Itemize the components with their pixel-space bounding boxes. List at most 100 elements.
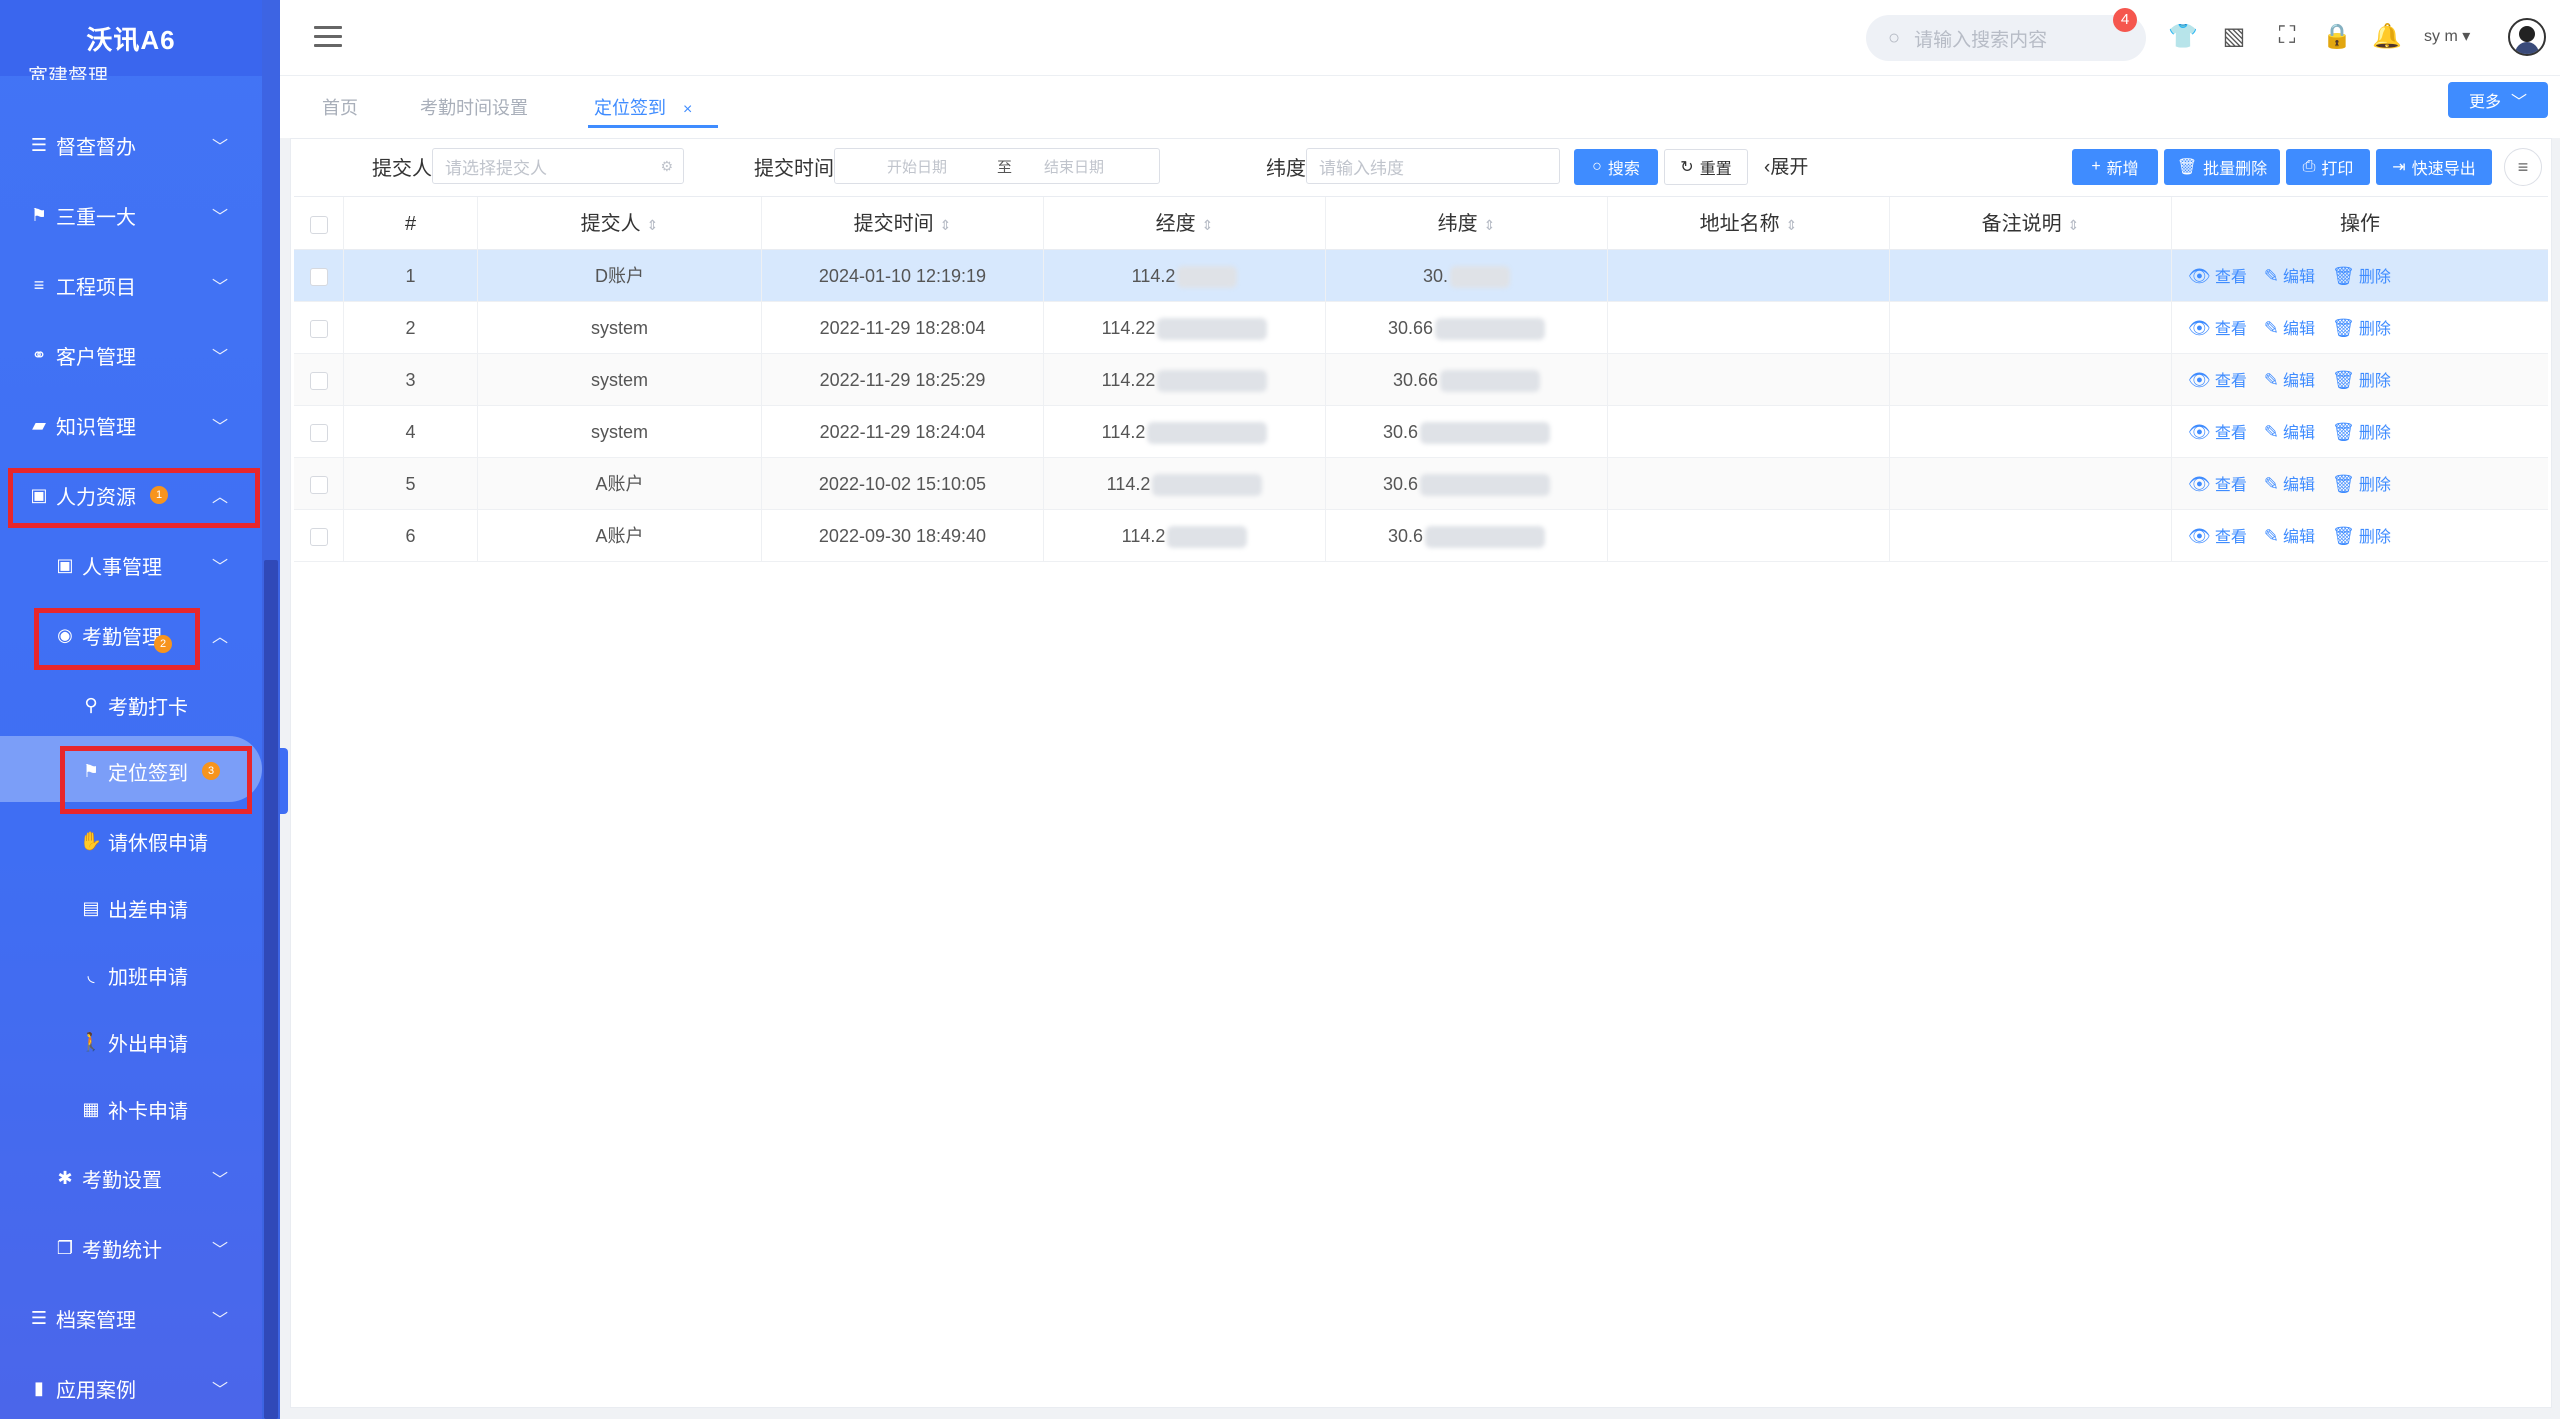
sidebar-item-personnel[interactable]: ▣ 人事管理 ﹀: [0, 530, 262, 600]
notification-badge: 4: [2113, 8, 2137, 32]
sort-icon[interactable]: ⇕: [2068, 217, 2080, 233]
sidebar-item-outing[interactable]: 🚶 外出申请: [0, 1007, 262, 1077]
table-row[interactable]: 1 D账户 2024-01-10 12:19:19 114.2 30. 👁 查看 …: [294, 250, 2548, 302]
batch-delete-button[interactable]: 🗑 批量删除: [2164, 149, 2280, 185]
sort-icon[interactable]: ⇕: [647, 217, 659, 233]
expand-toggle[interactable]: ‹展开: [1764, 152, 1808, 179]
row-checkbox[interactable]: [309, 476, 328, 495]
cell-time: 2022-11-29 18:28:04: [762, 302, 1044, 354]
date-range-picker[interactable]: 开始日期 至 结束日期: [834, 148, 1160, 184]
shirt-icon[interactable]: 👕: [2168, 22, 2198, 52]
row-checkbox[interactable]: [309, 268, 328, 287]
view-link[interactable]: 👁 查看: [2188, 266, 2247, 286]
tab-home[interactable]: 首页: [322, 94, 358, 120]
book-icon: ▰: [32, 414, 46, 435]
edit-link[interactable]: ✎ 编辑: [2264, 266, 2315, 286]
more-button[interactable]: 更多 ﹀: [2448, 82, 2548, 118]
delete-link[interactable]: 🗑 删除: [2332, 370, 2391, 390]
cell-address: [1608, 302, 1890, 354]
export-button[interactable]: ⇥ 快速导出: [2376, 149, 2492, 185]
cell-index: 3: [344, 354, 478, 406]
delete-link[interactable]: 🗑 删除: [2332, 422, 2391, 442]
column-header-latitude[interactable]: 纬度 ⇕: [1326, 197, 1608, 251]
sidebar-item-leave[interactable]: ✋ 请休假申请: [0, 806, 262, 876]
sidebar-item-archives[interactable]: ☰ 档案管理 ﹀: [0, 1283, 262, 1353]
table-row[interactable]: 6 A账户 2022-09-30 18:49:40 114.2 30.6 👁 查看…: [294, 510, 2548, 562]
active-tab-underline: [588, 125, 718, 128]
edit-link[interactable]: ✎ 编辑: [2264, 526, 2315, 546]
lock-icon[interactable]: 🔒: [2322, 22, 2352, 52]
sidebar-item-cases[interactable]: ▮ 应用案例 ﹀: [0, 1353, 262, 1419]
avatar[interactable]: [2508, 18, 2546, 56]
view-link[interactable]: 👁 查看: [2188, 370, 2247, 390]
cell-remarks: [1890, 250, 2172, 302]
sidebar-item-makeup[interactable]: ▦ 补卡申请: [0, 1074, 262, 1144]
reset-button[interactable]: ↻ 重置: [1664, 149, 1748, 185]
column-header-address[interactable]: 地址名称 ⇕: [1608, 197, 1890, 251]
row-checkbox[interactable]: [309, 424, 328, 443]
eye-icon: 👁: [2188, 318, 2211, 338]
caret-down-icon: ▾: [2462, 28, 2471, 45]
row-checkbox[interactable]: [309, 372, 328, 391]
print-button[interactable]: ⎙ 打印: [2286, 149, 2370, 185]
sidebar-item-clock-in[interactable]: ⚲ 考勤打卡: [0, 670, 262, 740]
list-icon: ☰: [30, 134, 48, 155]
sidebar-scrollbar-thumb[interactable]: [264, 560, 278, 1419]
username-dropdown[interactable]: sy m ▾: [2424, 26, 2470, 46]
clipped-menu-item[interactable]: 宽建督理: [28, 60, 108, 80]
sort-icon[interactable]: ⇕: [940, 217, 952, 233]
global-search-input[interactable]: ○ 请输入搜索内容: [1866, 15, 2146, 61]
delete-link[interactable]: 🗑 删除: [2332, 526, 2391, 546]
fullscreen-icon[interactable]: ⛶: [2272, 22, 2302, 52]
view-link[interactable]: 👁 查看: [2188, 422, 2247, 442]
sidebar-item-attendance-settings[interactable]: ✱ 考勤设置 ﹀: [0, 1143, 262, 1213]
delete-link[interactable]: 🗑 删除: [2332, 266, 2391, 286]
chevron-down-icon: ﹀: [211, 349, 228, 366]
submitter-select[interactable]: 请选择提交人 ⚙: [432, 148, 684, 184]
delete-link[interactable]: 🗑 删除: [2332, 318, 2391, 338]
sort-icon[interactable]: ⇕: [1484, 217, 1496, 233]
table-row[interactable]: 2 system 2022-11-29 18:28:04 114.22 30.6…: [294, 302, 2548, 354]
submitter-label: 提交人: [372, 158, 432, 180]
sidebar-item-knowledge[interactable]: ▰ 知识管理 ﹀: [0, 390, 262, 460]
edit-link[interactable]: ✎ 编辑: [2264, 370, 2315, 390]
tab-attendance-time[interactable]: 考勤时间设置: [420, 94, 528, 120]
select-all-checkbox[interactable]: [294, 197, 344, 251]
sidebar-item-business-trip[interactable]: ▤ 出差申请: [0, 873, 262, 943]
close-icon[interactable]: ×: [683, 101, 692, 118]
column-header-time[interactable]: 提交时间 ⇕: [762, 197, 1044, 251]
edit-link[interactable]: ✎ 编辑: [2264, 318, 2315, 338]
edit-link[interactable]: ✎ 编辑: [2264, 474, 2315, 494]
sidebar-item-attendance-stats[interactable]: ❐ 考勤统计 ﹀: [0, 1213, 262, 1283]
sort-icon[interactable]: ⇕: [1202, 217, 1214, 233]
sidebar-item-overtime[interactable]: ◟ 加班申请: [0, 940, 262, 1010]
sort-icon[interactable]: ⇕: [1786, 217, 1798, 233]
search-button[interactable]: ○ 搜索: [1574, 149, 1658, 185]
translate-icon[interactable]: ▧: [2219, 22, 2249, 52]
table-row[interactable]: 4 system 2022-11-29 18:24:04 114.2 30.6 …: [294, 406, 2548, 458]
sidebar-collapse-handle[interactable]: [280, 748, 288, 814]
bell-icon[interactable]: 🔔: [2372, 22, 2402, 52]
view-link[interactable]: 👁 查看: [2188, 526, 2247, 546]
column-header-longitude[interactable]: 经度 ⇕: [1044, 197, 1326, 251]
printer-icon: ⎙: [2302, 158, 2316, 175]
sidebar-item-projects[interactable]: ≡ 工程项目 ﹀: [0, 250, 262, 320]
column-header-submitter[interactable]: 提交人 ⇕: [478, 197, 762, 251]
column-header-remarks[interactable]: 备注说明 ⇕: [1890, 197, 2172, 251]
sidebar-item-supervision[interactable]: ☰ 督查督办 ﹀: [0, 110, 262, 180]
column-settings-icon[interactable]: ≡: [2504, 148, 2542, 186]
row-checkbox[interactable]: [309, 320, 328, 339]
view-link[interactable]: 👁 查看: [2188, 474, 2247, 494]
edit-link[interactable]: ✎ 编辑: [2264, 422, 2315, 442]
add-button[interactable]: + 新增: [2072, 149, 2158, 185]
row-checkbox[interactable]: [309, 528, 328, 547]
delete-link[interactable]: 🗑 删除: [2332, 474, 2391, 494]
sidebar-item-customers[interactable]: ⚭ 客户管理 ﹀: [0, 320, 262, 390]
menu-toggle-icon[interactable]: [314, 26, 342, 48]
latitude-input[interactable]: 请输入纬度: [1306, 148, 1560, 184]
table-row[interactable]: 3 system 2022-11-29 18:25:29 114.22 30.6…: [294, 354, 2548, 406]
view-link[interactable]: 👁 查看: [2188, 318, 2247, 338]
sidebar-item-three-major[interactable]: ⚑ 三重一大 ﹀: [0, 180, 262, 250]
table-row[interactable]: 5 A账户 2022-10-02 15:10:05 114.2 30.6 👁 查看…: [294, 458, 2548, 510]
tab-location-checkin[interactable]: 定位签到 ×: [594, 94, 692, 120]
